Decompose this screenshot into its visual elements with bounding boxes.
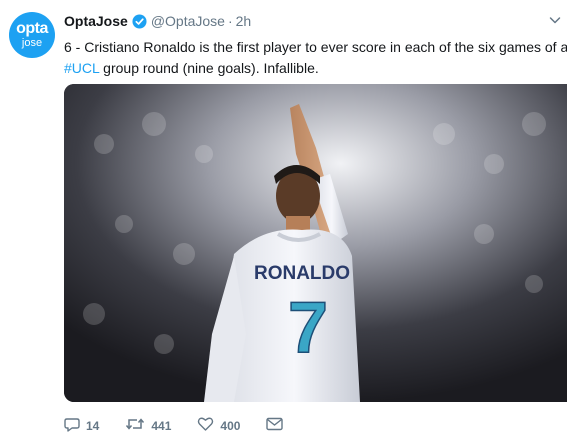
tweet-text-line2: #UCL group round (nine goals). Infallibl…: [64, 58, 564, 79]
retweet-button[interactable]: 441: [125, 416, 171, 435]
retweet-count: 441: [151, 418, 172, 433]
tweet-header: OptaJose @OptaJose · 2h: [64, 13, 251, 29]
reply-count: 14: [86, 418, 100, 433]
tweet-text: 6 - Cristiano Ronaldo is the first playe…: [64, 37, 567, 79]
tweet-media-photo[interactable]: RONALDO 7: [64, 84, 567, 402]
separator-dot: ·: [227, 13, 233, 29]
envelope-icon: [266, 417, 284, 434]
retweet-icon: [125, 416, 145, 435]
author-name[interactable]: OptaJose: [64, 13, 128, 29]
chevron-down-icon[interactable]: [549, 14, 561, 26]
tweet-card[interactable]: opta jose OptaJose @OptaJose · 2h 6 - Cr…: [0, 0, 567, 441]
direct-message-button[interactable]: [266, 417, 284, 434]
tweet-timestamp[interactable]: 2h: [236, 13, 252, 29]
avatar-text-line1: opta: [16, 20, 48, 37]
jersey-number: 7: [288, 288, 328, 368]
heart-icon: [197, 416, 214, 435]
avatar-text-line2: jose: [21, 37, 43, 49]
reply-button[interactable]: 14: [64, 416, 99, 435]
like-button[interactable]: 400: [197, 416, 240, 435]
tweet-text-line2-rest: group round (nine goals). Infallible.: [99, 60, 319, 76]
verified-icon: [132, 13, 147, 29]
like-count: 400: [220, 418, 241, 433]
reply-icon: [64, 416, 80, 435]
player-photo: RONALDO 7: [64, 84, 567, 402]
author-handle[interactable]: @OptaJose: [151, 13, 225, 29]
hashtag-link[interactable]: #UCL: [64, 60, 99, 76]
tweet-actions: 14 441 400: [64, 416, 309, 435]
avatar[interactable]: opta jose: [9, 12, 55, 58]
jersey-name: RONALDO: [254, 263, 350, 284]
tweet-text-line1: 6 - Cristiano Ronaldo is the first playe…: [64, 39, 567, 55]
